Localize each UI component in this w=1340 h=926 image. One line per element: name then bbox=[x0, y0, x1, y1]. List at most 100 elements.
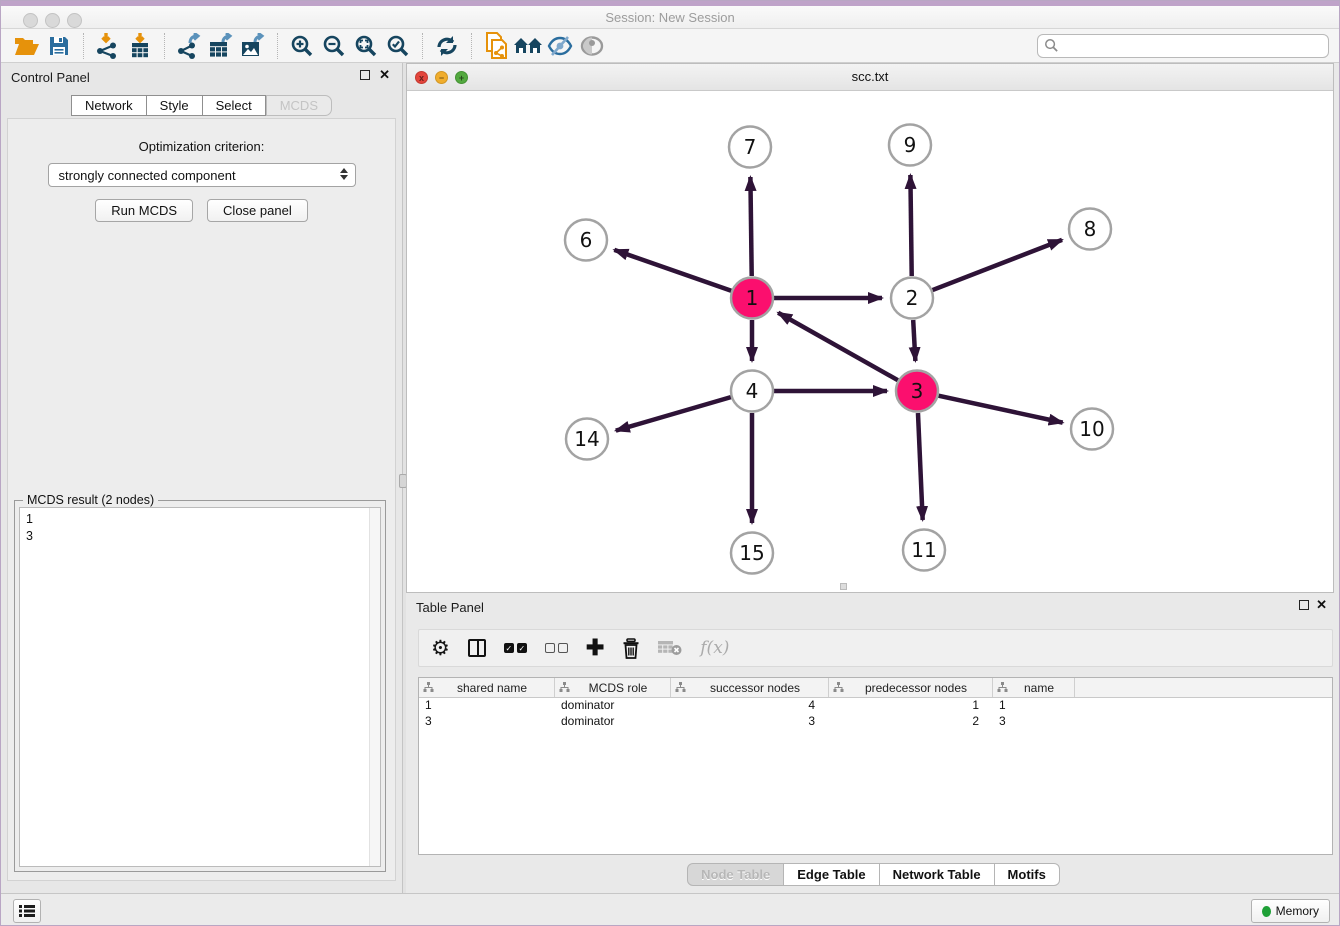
close-table-panel-icon[interactable]: ✕ bbox=[1316, 597, 1327, 613]
graph-node-4[interactable]: 4 bbox=[731, 371, 773, 412]
table-row[interactable]: 1dominator411 bbox=[419, 698, 1332, 714]
list-icon bbox=[19, 904, 35, 918]
graph-node-11[interactable]: 11 bbox=[903, 530, 945, 571]
result-scrollbar[interactable] bbox=[369, 508, 380, 866]
graph-node-10[interactable]: 10 bbox=[1071, 409, 1113, 450]
zoom-fit-icon[interactable] bbox=[350, 31, 382, 61]
import-table-icon[interactable] bbox=[124, 31, 156, 61]
float-panel-icon[interactable] bbox=[360, 70, 370, 80]
table-cell[interactable]: 3 bbox=[993, 714, 1075, 730]
column-header-successor-nodes[interactable]: successor nodes bbox=[671, 678, 829, 697]
delete-column-icon[interactable] bbox=[622, 634, 640, 662]
optimization-criterion-label: Optimization criterion: bbox=[8, 139, 395, 154]
run-mcds-button[interactable]: Run MCDS bbox=[95, 199, 193, 222]
table-tabs: Node TableEdge TableNetwork TableMotifs bbox=[406, 863, 1340, 886]
export-image-icon[interactable] bbox=[237, 31, 269, 61]
table-cell[interactable]: 1 bbox=[829, 698, 993, 714]
tab-select[interactable]: Select bbox=[203, 95, 266, 116]
table-cell[interactable]: 1 bbox=[993, 698, 1075, 714]
graph-node-15[interactable]: 15 bbox=[731, 533, 773, 574]
tab-style[interactable]: Style bbox=[147, 95, 203, 116]
canvas-resize-handle-icon[interactable] bbox=[840, 583, 847, 590]
show-columns-icon[interactable] bbox=[468, 634, 486, 662]
table-cell[interactable]: dominator bbox=[555, 698, 671, 714]
graph-node-6[interactable]: 6 bbox=[565, 220, 607, 261]
hide-selected-icon[interactable] bbox=[544, 31, 576, 61]
close-panel-icon[interactable]: ✕ bbox=[379, 67, 390, 83]
table-settings-icon[interactable]: ⚙ bbox=[431, 634, 450, 662]
criterion-value: strongly connected component bbox=[59, 168, 236, 183]
table-cell[interactable]: 2 bbox=[829, 714, 993, 730]
mcds-result-group: MCDS result (2 nodes) 13 bbox=[14, 500, 386, 872]
first-neighbors-icon[interactable] bbox=[512, 31, 544, 61]
tab-motifs[interactable]: Motifs bbox=[995, 863, 1060, 886]
criterion-select[interactable]: strongly connected component bbox=[48, 163, 356, 187]
edge-2-3[interactable] bbox=[913, 320, 915, 361]
mcds-result-list[interactable]: 13 bbox=[19, 507, 381, 867]
network-canvas[interactable]: 7 9 6 8 1 2 4 3 14 10 15 11 bbox=[407, 91, 1333, 592]
control-panel: Control Panel ✕ NetworkStyleSelectMCDS O… bbox=[1, 63, 402, 893]
graph-node-3[interactable]: 3 bbox=[896, 371, 938, 412]
edge-3-1[interactable] bbox=[778, 313, 898, 380]
column-header-predecessor-nodes[interactable]: predecessor nodes bbox=[829, 678, 993, 697]
node-table[interactable]: shared nameMCDS rolesuccessor nodesprede… bbox=[418, 677, 1333, 855]
tab-edge-table[interactable]: Edge Table bbox=[784, 863, 879, 886]
search-input[interactable] bbox=[1059, 38, 1322, 54]
export-table-icon[interactable] bbox=[205, 31, 237, 61]
edge-3-10[interactable] bbox=[938, 396, 1062, 423]
graph-node-2[interactable]: 2 bbox=[891, 278, 933, 319]
edge-4-14[interactable] bbox=[616, 397, 731, 430]
export-network-icon[interactable] bbox=[173, 31, 205, 61]
float-table-panel-icon[interactable] bbox=[1299, 600, 1309, 610]
tab-mcds[interactable]: MCDS bbox=[266, 95, 332, 116]
import-network-icon[interactable] bbox=[92, 31, 124, 61]
graph-node-7[interactable]: 7 bbox=[729, 127, 771, 168]
clone-network-icon[interactable] bbox=[480, 31, 512, 61]
function-builder-icon: f(x) bbox=[700, 634, 729, 662]
column-header-MCDS-role[interactable]: MCDS role bbox=[555, 678, 671, 697]
close-panel-button[interactable]: Close panel bbox=[207, 199, 308, 222]
save-session-icon[interactable] bbox=[43, 31, 75, 61]
sort-hierarchy-icon bbox=[675, 682, 686, 693]
sort-hierarchy-icon bbox=[997, 682, 1008, 693]
zoom-out-icon[interactable] bbox=[318, 31, 350, 61]
apply-layout-icon[interactable] bbox=[431, 31, 463, 61]
edge-1-7[interactable] bbox=[750, 177, 751, 276]
memory-label: Memory bbox=[1276, 904, 1319, 918]
sort-hierarchy-icon bbox=[559, 682, 570, 693]
tab-network[interactable]: Network bbox=[71, 95, 147, 116]
search-field[interactable] bbox=[1037, 34, 1329, 58]
create-column-icon[interactable]: ✚ bbox=[586, 634, 604, 662]
tab-node-table[interactable]: Node Table bbox=[687, 863, 784, 886]
network-window-titlebar[interactable]: x − + scc.txt bbox=[407, 64, 1333, 91]
edge-2-9[interactable] bbox=[910, 175, 911, 276]
select-all-columns-icon[interactable]: ✓✓ bbox=[504, 634, 527, 662]
graph-node-1[interactable]: 1 bbox=[731, 278, 773, 319]
network-graph[interactable]: 7 9 6 8 1 2 4 3 14 10 15 11 bbox=[407, 91, 1333, 592]
graph-node-14[interactable]: 14 bbox=[566, 419, 608, 460]
table-cell[interactable]: 3 bbox=[671, 714, 829, 730]
memory-button[interactable]: Memory bbox=[1251, 899, 1330, 923]
tab-network-table[interactable]: Network Table bbox=[880, 863, 995, 886]
edge-3-11[interactable] bbox=[918, 413, 923, 520]
task-history-button[interactable] bbox=[13, 899, 41, 923]
edge-1-6[interactable] bbox=[614, 250, 731, 291]
table-toolbar: ⚙ ✓✓ ✚ f(x) bbox=[418, 629, 1333, 667]
show-all-icon[interactable] bbox=[576, 31, 608, 61]
graph-node-8[interactable]: 8 bbox=[1069, 209, 1111, 250]
table-cell[interactable]: 4 bbox=[671, 698, 829, 714]
edge-2-8[interactable] bbox=[933, 240, 1063, 290]
zoom-in-icon[interactable] bbox=[286, 31, 318, 61]
zoom-selected-icon[interactable] bbox=[382, 31, 414, 61]
table-cell[interactable]: dominator bbox=[555, 714, 671, 730]
unselect-all-columns-icon[interactable] bbox=[545, 634, 568, 662]
table-row[interactable]: 3dominator323 bbox=[419, 714, 1332, 730]
table-cell[interactable]: 1 bbox=[419, 698, 555, 714]
column-header-name[interactable]: name bbox=[993, 678, 1075, 697]
table-cell[interactable]: 3 bbox=[419, 714, 555, 730]
column-header-shared-name[interactable]: shared name bbox=[419, 678, 555, 697]
table-panel: Table Panel ✕ ⚙ ✓✓ ✚ f(x) shared nameMCD… bbox=[406, 593, 1340, 893]
memory-status-icon bbox=[1262, 906, 1271, 917]
open-session-icon[interactable] bbox=[11, 31, 43, 61]
graph-node-9[interactable]: 9 bbox=[889, 125, 931, 166]
